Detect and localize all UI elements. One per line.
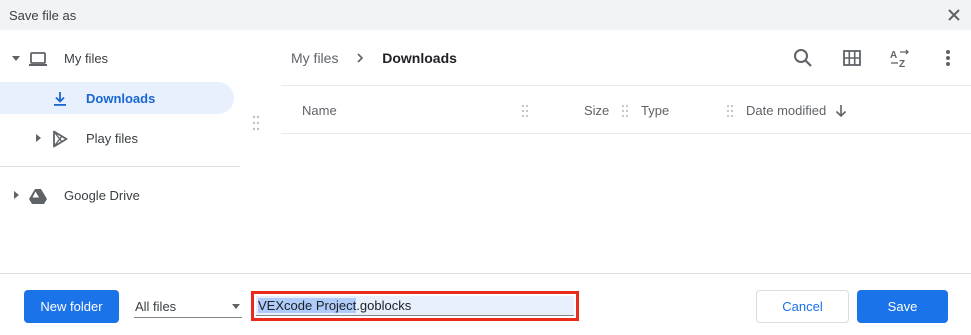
- google-drive-icon: [29, 189, 47, 204]
- breadcrumb: My files Downloads: [291, 50, 457, 66]
- dropdown-arrow-icon: [232, 304, 240, 309]
- sidebar-item-label: My files: [64, 51, 109, 66]
- column-header-size[interactable]: Size: [584, 103, 609, 118]
- breadcrumb-root[interactable]: My files: [291, 50, 338, 66]
- download-icon: [54, 92, 66, 106]
- sidebar-item-my-files[interactable]: My files: [0, 42, 240, 74]
- column-resize-handle[interactable]: [621, 104, 629, 118]
- dialog-footer: New folder All files VEXcode Project.gob…: [0, 273, 971, 335]
- sidebar-item-google-drive[interactable]: Google Drive: [0, 179, 240, 211]
- column-resize-handle[interactable]: [521, 104, 529, 118]
- caret-right-icon[interactable]: [10, 189, 22, 201]
- column-resize-handle[interactable]: [726, 104, 734, 118]
- file-list-header: Name Size Type Date modified: [281, 85, 971, 134]
- search-icon[interactable]: [791, 46, 815, 70]
- caret-down-icon[interactable]: [10, 52, 22, 64]
- laptop-icon: [29, 52, 47, 66]
- close-icon[interactable]: [945, 6, 963, 24]
- caret-right-icon[interactable]: [32, 132, 44, 144]
- filename-selected-text: VEXcode Project: [258, 298, 357, 313]
- sidebar-item-label: Play files: [86, 131, 139, 146]
- sidebar-item-downloads[interactable]: Downloads: [0, 82, 234, 114]
- breadcrumb-current: Downloads: [382, 50, 457, 66]
- file-type-filter-value: All files: [135, 299, 177, 314]
- filename-input[interactable]: VEXcode Project.goblocks: [256, 296, 574, 316]
- file-type-filter-select[interactable]: All files: [134, 296, 242, 318]
- play-store-icon: [53, 130, 68, 148]
- column-header-type[interactable]: Type: [641, 103, 669, 118]
- sort-descending-arrow-icon[interactable]: [834, 104, 848, 118]
- panel-resize-handle[interactable]: [252, 115, 260, 131]
- file-list-pane: My files Downloads A Z Name Size Type Da…: [281, 30, 971, 273]
- chevron-right-icon: [357, 53, 364, 63]
- directory-tree: My files Downloads Play files Google Dri…: [0, 30, 245, 273]
- column-header-name[interactable]: Name: [302, 103, 337, 118]
- sort-az-icon[interactable]: A Z: [888, 46, 912, 70]
- sidebar-divider: [0, 166, 240, 167]
- sidebar-item-label: Google Drive: [64, 188, 140, 203]
- grid-view-icon[interactable]: [840, 46, 864, 70]
- svg-text:A: A: [890, 50, 897, 61]
- svg-text:Z: Z: [899, 59, 905, 70]
- filename-input-highlight: VEXcode Project.goblocks: [251, 291, 579, 321]
- dialog-title: Save file as: [9, 8, 77, 23]
- save-button[interactable]: Save: [857, 290, 948, 323]
- more-vert-icon[interactable]: [936, 46, 960, 70]
- filename-extension: .goblocks: [356, 298, 412, 313]
- sidebar-item-play-files[interactable]: Play files: [0, 122, 240, 154]
- sidebar-item-label: Downloads: [86, 91, 156, 106]
- title-bar: Save file as: [0, 0, 971, 30]
- cancel-button[interactable]: Cancel: [756, 290, 849, 323]
- new-folder-button[interactable]: New folder: [24, 290, 119, 323]
- column-header-date-modified[interactable]: Date modified: [746, 103, 826, 118]
